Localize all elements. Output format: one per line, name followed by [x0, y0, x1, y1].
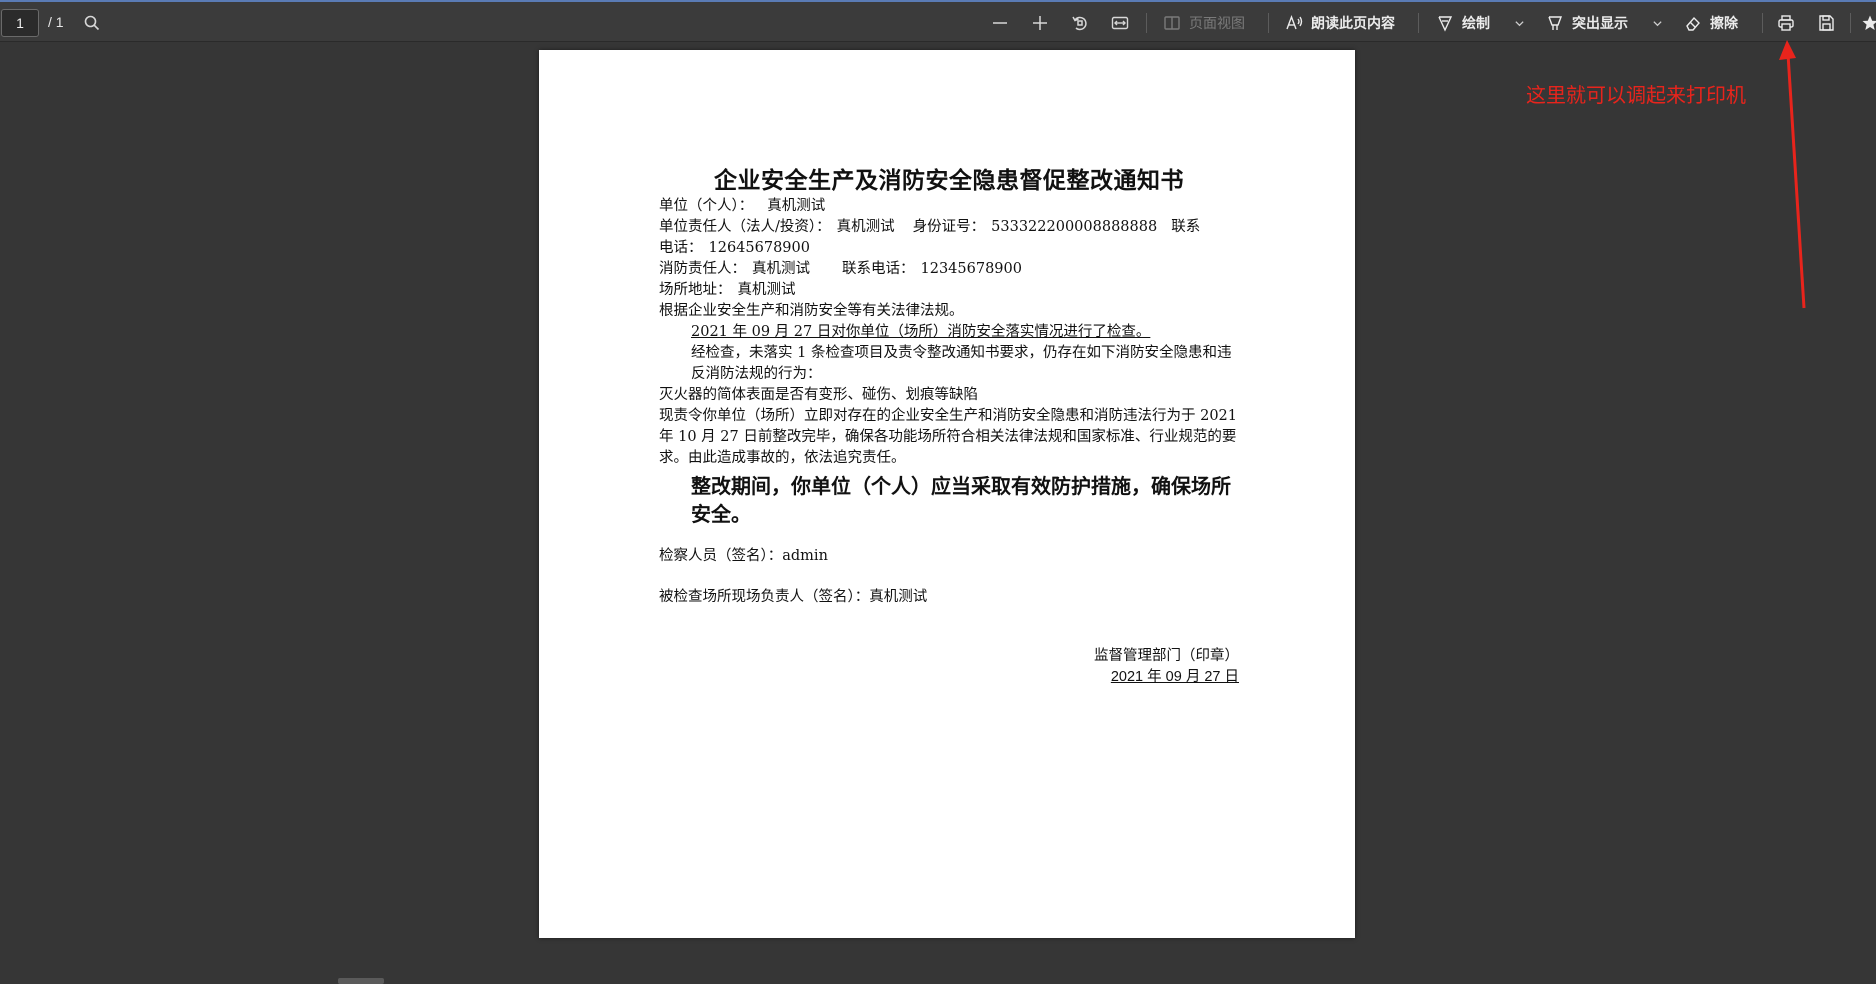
draw-button[interactable]: 绘制 — [1436, 11, 1490, 35]
contact-label: 联系 — [1171, 219, 1200, 235]
responsible-line: 单位责任人（法人/投资）： 真机测试 身份证号： 533322200008888888… — [659, 217, 1239, 238]
toolbar-divider — [1418, 13, 1419, 33]
read-aloud-label: 朗读此页内容 — [1311, 13, 1395, 33]
toolbar-divider — [1850, 13, 1851, 33]
print-icon[interactable] — [1774, 11, 1798, 35]
issue-date: 2021 年 09 月 27 日 — [1111, 669, 1239, 685]
notice-document: 企业安全生产及消防安全隐患督促整改通知书 单位（个人）： 真机测试 单位责任人（法… — [659, 166, 1239, 688]
highlight-button[interactable]: 突出显示 — [1546, 11, 1628, 35]
address-line: 场所地址： 真机测试 — [659, 280, 1239, 301]
fire-responsible-line: 消防责任人： 真机测试 联系电话： 12345678900 — [659, 259, 1239, 280]
erase-button[interactable]: 擦除 — [1684, 11, 1738, 35]
highlight-options-chevron-icon[interactable] — [1650, 11, 1664, 35]
horizontal-scrollbar-thumb[interactable] — [338, 978, 384, 984]
issue-item: 灭火器的简体表面是否有变形、碰伤、划痕等缺陷 — [659, 385, 1239, 406]
erase-label: 擦除 — [1710, 13, 1738, 33]
page-total-label: / 1 — [48, 14, 64, 30]
findings-paragraph: 经检查，未落实 1 条检查项目及责令整改通知书要求，仍存在如下消防安全隐患和违反… — [659, 343, 1239, 385]
id-value: 533322200008888888 — [991, 219, 1157, 235]
responsible-value: 真机测试 — [837, 219, 895, 235]
highlight-icon — [1546, 14, 1564, 32]
save-icon[interactable] — [1814, 11, 1838, 35]
fire-responsible-label: 消防责任人： — [659, 261, 746, 277]
print-annotation-text: 这里就可以调起来打印机 — [1526, 79, 1746, 108]
unit-line: 单位（个人）： 真机测试 — [659, 196, 1239, 217]
annotation-arrow-icon — [1770, 36, 1810, 316]
pdf-page: 企业安全生产及消防安全隐患督促整改通知书 单位（个人）： 真机测试 单位责任人（法… — [539, 50, 1355, 938]
toolbar-divider — [1268, 13, 1269, 33]
inspection-line: 2021 年 09 月 27 日对你单位（场所）消防安全落实情况进行了检查。 — [659, 322, 1239, 343]
rotate-icon[interactable] — [1068, 11, 1092, 35]
document-title: 企业安全生产及消防安全隐患督促整改通知书 — [659, 166, 1239, 196]
zoom-in-icon[interactable] — [1028, 11, 1052, 35]
phone-line: 电话： 12645678900 — [659, 238, 1239, 259]
highlight-label: 突出显示 — [1572, 13, 1628, 33]
page-view-icon — [1163, 14, 1181, 32]
eraser-icon — [1684, 14, 1702, 32]
toolbar-divider — [1762, 13, 1763, 33]
issue-date-line: 2021 年 09 月 27 日 — [659, 667, 1239, 688]
search-icon[interactable] — [80, 11, 104, 35]
inspector-signature-line: 检察人员（签名）：admin — [659, 546, 1239, 567]
pdf-toolbar: 1 / 1 页面视图 朗读此页内容 绘制 突出显示 擦除 — [0, 0, 1876, 42]
safety-notice: 整改期间，你单位（个人）应当采取有效防护措施，确保场所安全。 — [659, 472, 1239, 528]
site-responsible-signature-line: 被检查场所现场负责人（签名）：真机测试 — [659, 587, 1239, 608]
phone-label: 电话： — [659, 240, 703, 256]
read-aloud-button[interactable]: 朗读此页内容 — [1285, 11, 1395, 35]
draw-label: 绘制 — [1462, 13, 1490, 33]
site-responsible-value: 真机测试 — [869, 589, 927, 605]
inspector-label: 检察人员（签名）： — [659, 548, 782, 564]
supervising-department: 监督管理部门（印章） — [659, 646, 1239, 667]
toolbar-divider — [1146, 13, 1147, 33]
favorite-icon[interactable] — [1858, 11, 1876, 35]
zoom-out-icon[interactable] — [988, 11, 1012, 35]
page-number-input[interactable]: 1 — [1, 9, 39, 37]
phone-value: 12645678900 — [709, 240, 810, 256]
unit-value: 真机测试 — [767, 198, 825, 214]
draw-options-chevron-icon[interactable] — [1512, 11, 1526, 35]
page-view-label: 页面视图 — [1189, 13, 1245, 33]
fire-responsible-value: 真机测试 — [752, 261, 810, 277]
id-label: 身份证号： — [913, 219, 986, 235]
site-responsible-label: 被检查场所现场负责人（签名）： — [659, 589, 869, 605]
draw-icon — [1436, 14, 1454, 32]
inspection-text: 2021 年 09 月 27 日对你单位（场所）消防安全落实情况进行了检查。 — [691, 324, 1150, 340]
order-paragraph: 现责令你单位（场所）立即对存在的企业安全生产和消防安全隐患和消防违法行为于 20… — [659, 406, 1239, 469]
fit-width-icon[interactable] — [1108, 11, 1132, 35]
address-value: 真机测试 — [738, 282, 796, 298]
document-viewer[interactable]: 企业安全生产及消防安全隐患督促整改通知书 单位（个人）： 真机测试 单位责任人（法… — [0, 42, 1876, 944]
inspector-value: admin — [782, 548, 828, 564]
responsible-label: 单位责任人（法人/投资）： — [659, 219, 831, 235]
legal-basis: 根据企业安全生产和消防安全等有关法律法规。 — [659, 301, 1239, 322]
page-view-button[interactable]: 页面视图 — [1163, 11, 1245, 35]
fire-phone-label: 联系电话： — [842, 261, 915, 277]
fire-phone-value: 12345678900 — [921, 261, 1022, 277]
unit-label: 单位（个人）： — [659, 198, 753, 214]
address-label: 场所地址： — [659, 282, 732, 298]
read-aloud-icon — [1285, 14, 1303, 32]
